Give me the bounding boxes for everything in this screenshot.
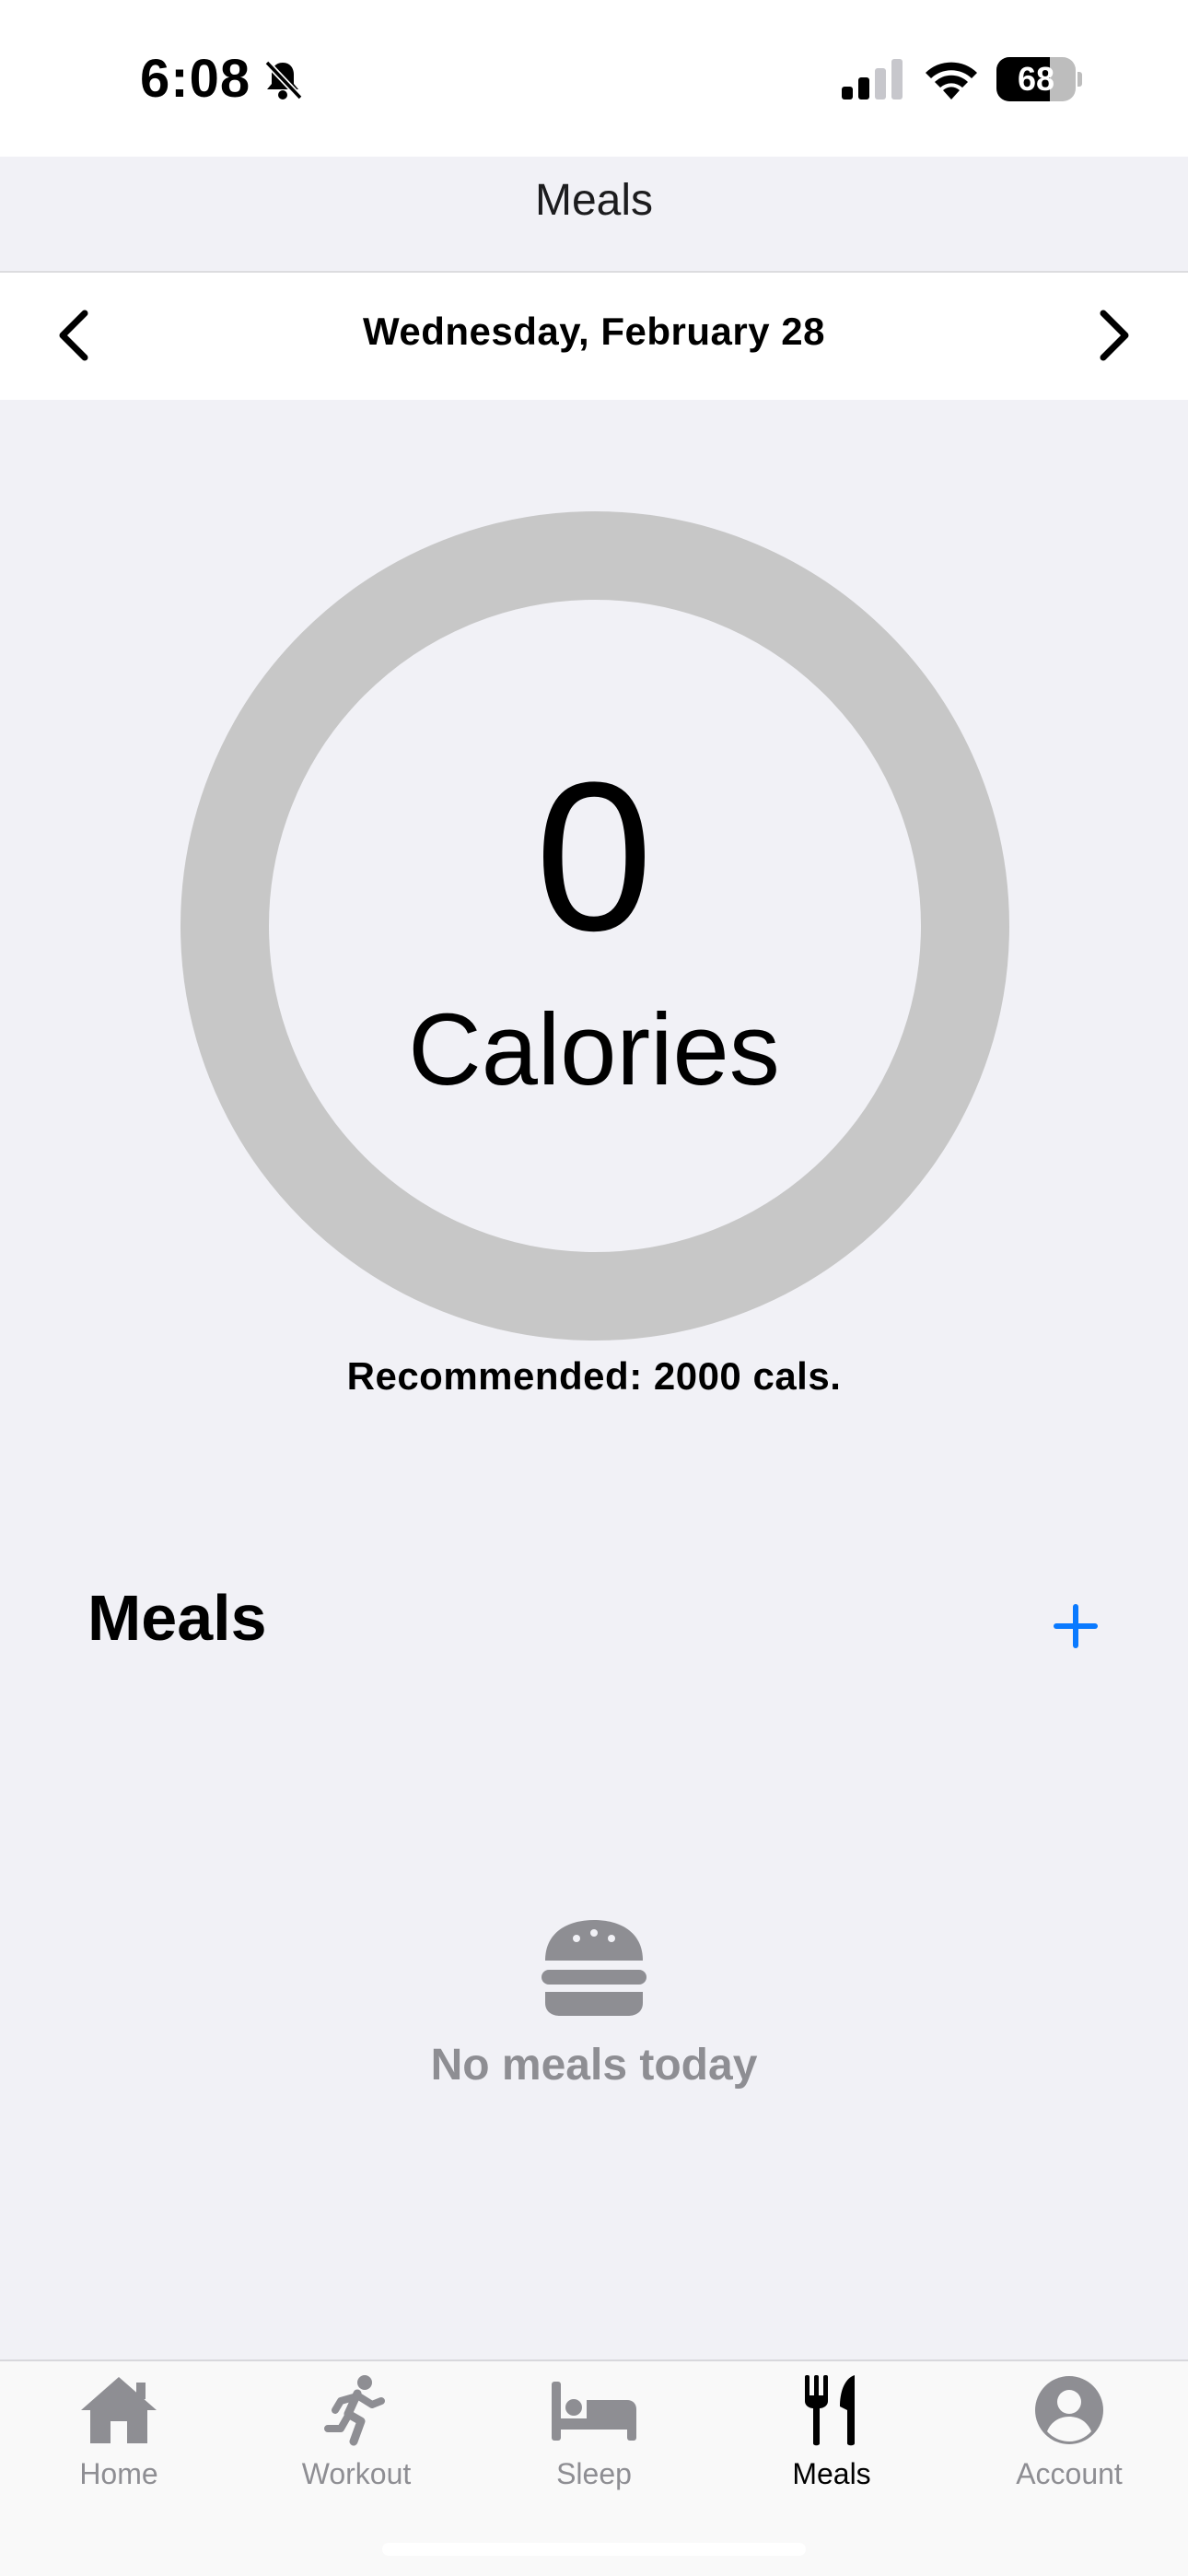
tab-home[interactable]: Home: [0, 2371, 238, 2509]
page-title: Meals: [534, 176, 654, 225]
battery-level: 68: [1017, 60, 1055, 98]
fork-knife-icon: [805, 2375, 855, 2446]
tab-label: Meals: [792, 2457, 871, 2490]
bell-slash-icon: [264, 60, 303, 100]
tab-sleep[interactable]: Sleep: [475, 2371, 713, 2509]
current-date: Wednesday, February 28: [363, 310, 825, 353]
battery-icon: 68: [996, 57, 1082, 101]
house-icon: [81, 2377, 157, 2443]
status-bar: 6:08 68: [0, 0, 1188, 157]
tab-label: Workout: [301, 2457, 412, 2490]
next-day-button[interactable]: [1087, 299, 1142, 372]
empty-meals-message: No meals today: [430, 2041, 758, 2090]
meals-section-title: Meals: [87, 1582, 267, 1654]
calorie-count: 0: [535, 738, 653, 975]
chevron-right-icon: [1100, 310, 1129, 361]
home-indicator: [382, 2543, 806, 2556]
hamburger-icon: [542, 1920, 646, 2016]
tab-meals[interactable]: Meals: [713, 2371, 950, 2509]
status-time: 6:08: [140, 49, 251, 109]
meals-screen: 6:08 68 Meals Wednesday, February 28 0 C…: [0, 0, 1188, 2576]
add-meal-button[interactable]: [1048, 1598, 1103, 1654]
calorie-label: Calories: [408, 993, 780, 1107]
tab-label: Account: [1016, 2457, 1123, 2490]
tab-label: Sleep: [556, 2457, 632, 2490]
wifi-icon: [926, 62, 977, 100]
tab-label: Home: [79, 2457, 158, 2490]
tab-workout[interactable]: Workout: [238, 2371, 475, 2509]
running-figure-icon: [324, 2375, 385, 2446]
tab-account[interactable]: Account: [950, 2371, 1188, 2509]
bed-icon: [552, 2382, 636, 2441]
cellular-signal-icon: [842, 59, 903, 100]
recommended-calories: Recommended: 2000 cals.: [346, 1354, 842, 1398]
person-circle-icon: [1035, 2376, 1103, 2444]
plus-icon: [1054, 1604, 1098, 1648]
date-navigator: Wednesday, February 28: [0, 273, 1188, 400]
